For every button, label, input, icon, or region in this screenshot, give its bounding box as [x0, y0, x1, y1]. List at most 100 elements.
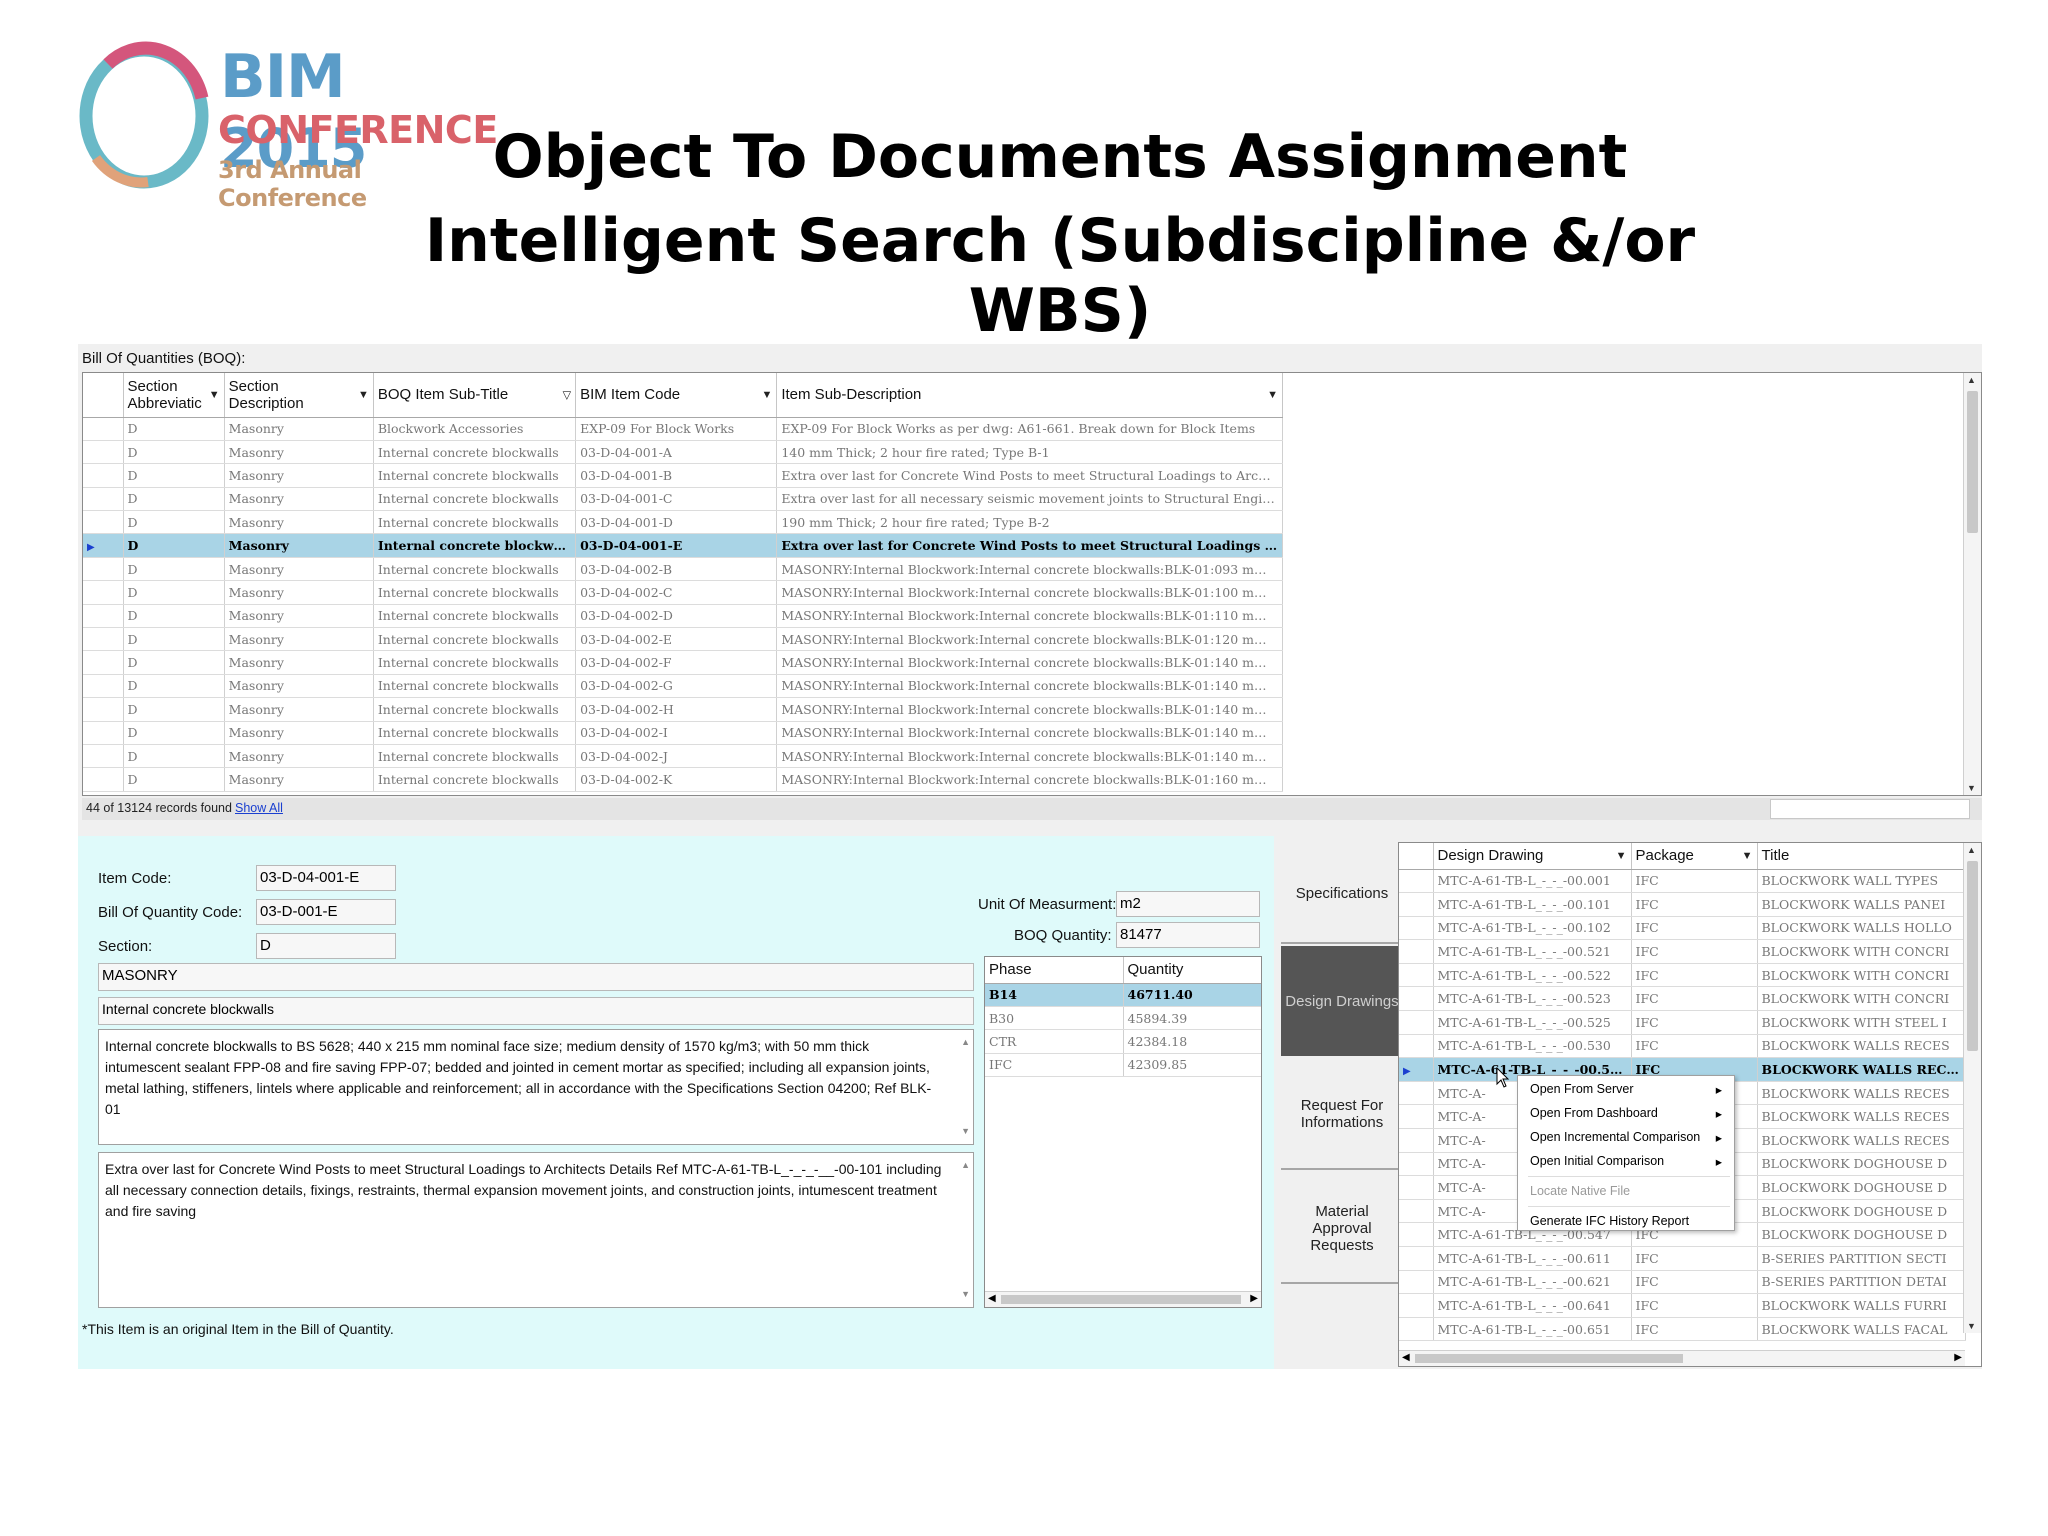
uom-field[interactable]: m2 — [1116, 891, 1260, 917]
row-selector[interactable] — [83, 650, 124, 675]
scroll-thumb[interactable] — [1415, 1354, 1683, 1363]
col-header-phase[interactable]: Phase — [985, 957, 1124, 984]
row-selector[interactable]: ▶ — [83, 533, 124, 558]
menu-item-open-from-dashboard[interactable]: Open From Dashboard ▸ — [1530, 1106, 1730, 1121]
row-selector[interactable] — [1399, 1081, 1434, 1106]
row-selector[interactable] — [1399, 1270, 1434, 1295]
row-selector[interactable] — [83, 463, 124, 488]
col-header-sub-title[interactable]: BOQ Item Sub-Title ▽ — [373, 373, 577, 418]
drawing-row[interactable]: MTC-A-61-TB-L_-_-_-00.621 IFC B-SERIES PAR… — [1399, 1270, 1966, 1295]
filter-funnel-icon[interactable]: ▽ — [563, 388, 571, 401]
boq-row[interactable]: ▶ D Masonry Internal concrete blockwalls 03-… — [83, 533, 1283, 558]
row-selector[interactable] — [1399, 1128, 1434, 1153]
phase-row[interactable]: B30 45894.39 — [985, 1006, 1261, 1031]
boq-code-field[interactable]: 03-D-001-E — [256, 899, 396, 925]
drawing-row[interactable]: MTC-A-61-TB-L_-_-_-00.641 IFC BLOCKWORK WA… — [1399, 1293, 1966, 1318]
drawing-row[interactable]: MTC-A-61-TB-L_-_-_-00.651 IFC BLOCKWORK WA… — [1399, 1317, 1966, 1342]
col-header-section-desc[interactable]: Section Description ▼ — [224, 373, 374, 418]
boq-row[interactable]: D Masonry Internal concrete blockwalls 03-D… — [83, 767, 1283, 792]
row-selector[interactable] — [1399, 1152, 1434, 1177]
row-selector[interactable] — [83, 721, 124, 745]
phase-horizontal-scrollbar[interactable]: ◀ ▶ — [985, 1291, 1261, 1307]
filter-dropdown-icon[interactable]: ▼ — [761, 389, 772, 401]
row-selector[interactable] — [83, 627, 124, 652]
tab-material-approval-requests[interactable]: Material Approval Requests — [1281, 1174, 1403, 1284]
row-selector[interactable] — [83, 604, 124, 629]
boq-row[interactable]: D Masonry Internal concrete blockwalls 03-D… — [83, 604, 1283, 629]
row-selector[interactable] — [83, 487, 124, 512]
col-header-package[interactable]: Package ▼ — [1631, 843, 1758, 870]
drawing-row[interactable]: MTC-A-61-TB-L_-_-_-00.001 IFC BLOCKWORK WA… — [1399, 869, 1966, 894]
drawing-row[interactable]: MTC-A-61-TB-L_-_-_-00.530 IFC BLOCKWORK WA… — [1399, 1034, 1966, 1059]
row-selector[interactable] — [1399, 1246, 1434, 1271]
col-header-quantity[interactable]: Quantity — [1123, 957, 1261, 984]
drawing-row[interactable]: MTC-A-61-TB-L_-_-_-00.525 IFC BLOCKWORK WI… — [1399, 1010, 1966, 1035]
boq-row[interactable]: D Masonry Internal concrete blockwalls 03-D… — [83, 463, 1283, 488]
row-selector[interactable] — [83, 674, 124, 699]
row-selector[interactable] — [83, 417, 124, 441]
boq-row[interactable]: D Masonry Internal concrete blockwalls 03-D… — [83, 440, 1283, 465]
row-selector[interactable] — [1399, 1010, 1434, 1035]
scroll-right-icon[interactable]: ▶ — [1250, 1293, 1258, 1304]
scroll-left-icon[interactable]: ◀ — [988, 1293, 996, 1304]
phase-grid[interactable]: Phase Quantity B14 46711.40 B30 45894.39 CTR… — [984, 956, 1262, 1308]
scroll-thumb[interactable] — [1967, 391, 1978, 533]
row-selector[interactable] — [83, 697, 124, 722]
scroll-up-icon[interactable]: ▲ — [1967, 845, 1976, 855]
boq-row[interactable]: D Masonry Internal concrete blockwalls 03-D… — [83, 721, 1283, 745]
filter-dropdown-icon[interactable]: ▼ — [1742, 850, 1753, 862]
row-selector[interactable] — [83, 744, 124, 769]
scroll-up-icon[interactable]: ▲ — [1967, 375, 1976, 385]
drawing-row[interactable]: MTC-A-61-TB-L_-_-_-00.523 IFC BLOCKWORK WI… — [1399, 986, 1966, 1012]
menu-item-open-from-server[interactable]: Open From Server ▸ — [1530, 1082, 1730, 1097]
row-selector[interactable] — [1399, 1034, 1434, 1059]
description-textarea[interactable]: Internal concrete blockwalls to BS 5628;… — [98, 1029, 974, 1145]
sub-title-field[interactable]: Internal concrete blockwalls — [98, 997, 974, 1025]
boq-row[interactable]: D Masonry Internal concrete blockwalls 03-D… — [83, 650, 1283, 675]
scroll-right-icon[interactable]: ▶ — [1954, 1352, 1962, 1363]
row-selector[interactable] — [1399, 916, 1434, 941]
row-selector[interactable] — [83, 557, 124, 582]
filter-dropdown-icon[interactable]: ▼ — [1616, 850, 1627, 862]
drawing-row[interactable]: MTC-A-61-TB-L_-_-_-00.101 IFC BLOCKWORK WA… — [1399, 892, 1966, 917]
tab-request-for-informations[interactable]: Request For Informations — [1281, 1060, 1403, 1170]
col-header-title[interactable]: Title — [1757, 843, 1966, 870]
section-field[interactable]: D — [256, 933, 396, 959]
drawings-vertical-scrollbar[interactable]: ▲ ▼ — [1963, 843, 1981, 1333]
tab-design-drawings[interactable]: Design Drawings — [1281, 946, 1403, 1056]
boq-row[interactable]: D Masonry Internal concrete blockwalls 03-D… — [83, 557, 1283, 582]
drawing-row[interactable]: MTC-A-61-TB-L_-_-_-00.522 IFC BLOCKWORK WI… — [1399, 963, 1966, 988]
row-selector[interactable] — [83, 580, 124, 605]
drawing-row[interactable]: MTC-A-61-TB-L_-_-_-00.611 IFC B-SERIES PAR… — [1399, 1246, 1966, 1271]
boq-row[interactable]: D Masonry Internal concrete blockwalls 03-D… — [83, 627, 1283, 652]
boq-row[interactable]: D Masonry Internal concrete blockwalls 03-D… — [83, 744, 1283, 769]
menu-item-open-incremental-comparison[interactable]: Open Incremental Comparison ▸ — [1530, 1130, 1730, 1145]
scroll-up-icon[interactable]: ▲ — [961, 1032, 970, 1053]
drawings-horizontal-scrollbar[interactable]: ◀ ▶ — [1399, 1350, 1965, 1366]
row-selector[interactable] — [83, 440, 124, 465]
row-selector[interactable] — [1399, 1222, 1434, 1247]
boq-grid[interactable]: Section Abbreviatic ▼ Section Description ▼ … — [82, 372, 1982, 796]
boq-row[interactable]: D Masonry Internal concrete blockwalls 03-D… — [83, 697, 1283, 722]
col-header-section-abbr[interactable]: Section Abbreviatic ▼ — [123, 373, 225, 418]
row-selector[interactable] — [83, 767, 124, 792]
scroll-left-icon[interactable]: ◀ — [1402, 1352, 1410, 1363]
row-selector[interactable] — [1399, 986, 1434, 1012]
boq-vertical-scrollbar[interactable]: ▲ ▼ — [1963, 373, 1981, 795]
row-selector[interactable] — [1399, 1104, 1434, 1130]
menu-item-generate-ifc-history-report[interactable]: Generate IFC History Report — [1530, 1214, 1730, 1228]
scroll-down-icon[interactable]: ▼ — [961, 1284, 970, 1305]
row-selector[interactable] — [1399, 892, 1434, 917]
scroll-up-icon[interactable]: ▲ — [961, 1155, 970, 1176]
phase-row[interactable]: CTR 42384.18 — [985, 1029, 1261, 1054]
col-header-sub-desc[interactable]: Item Sub-Description ▼ — [776, 373, 1283, 418]
phase-row[interactable]: IFC 42309.85 — [985, 1053, 1261, 1078]
tab-specifications[interactable]: Specifications — [1281, 844, 1403, 944]
row-selector[interactable] — [83, 510, 124, 535]
boq-row[interactable]: D Masonry Internal concrete blockwalls 03-D… — [83, 487, 1283, 512]
col-header-design-drawing[interactable]: Design Drawing ▼ — [1433, 843, 1632, 870]
phase-row[interactable]: B14 46711.40 — [985, 983, 1261, 1007]
sub-description-textarea[interactable]: Extra over last for Concrete Wind Posts … — [98, 1152, 974, 1308]
item-code-field[interactable]: 03-D-04-001-E — [256, 865, 396, 891]
menu-item-locate-native-file[interactable]: Locate Native File — [1530, 1184, 1730, 1198]
